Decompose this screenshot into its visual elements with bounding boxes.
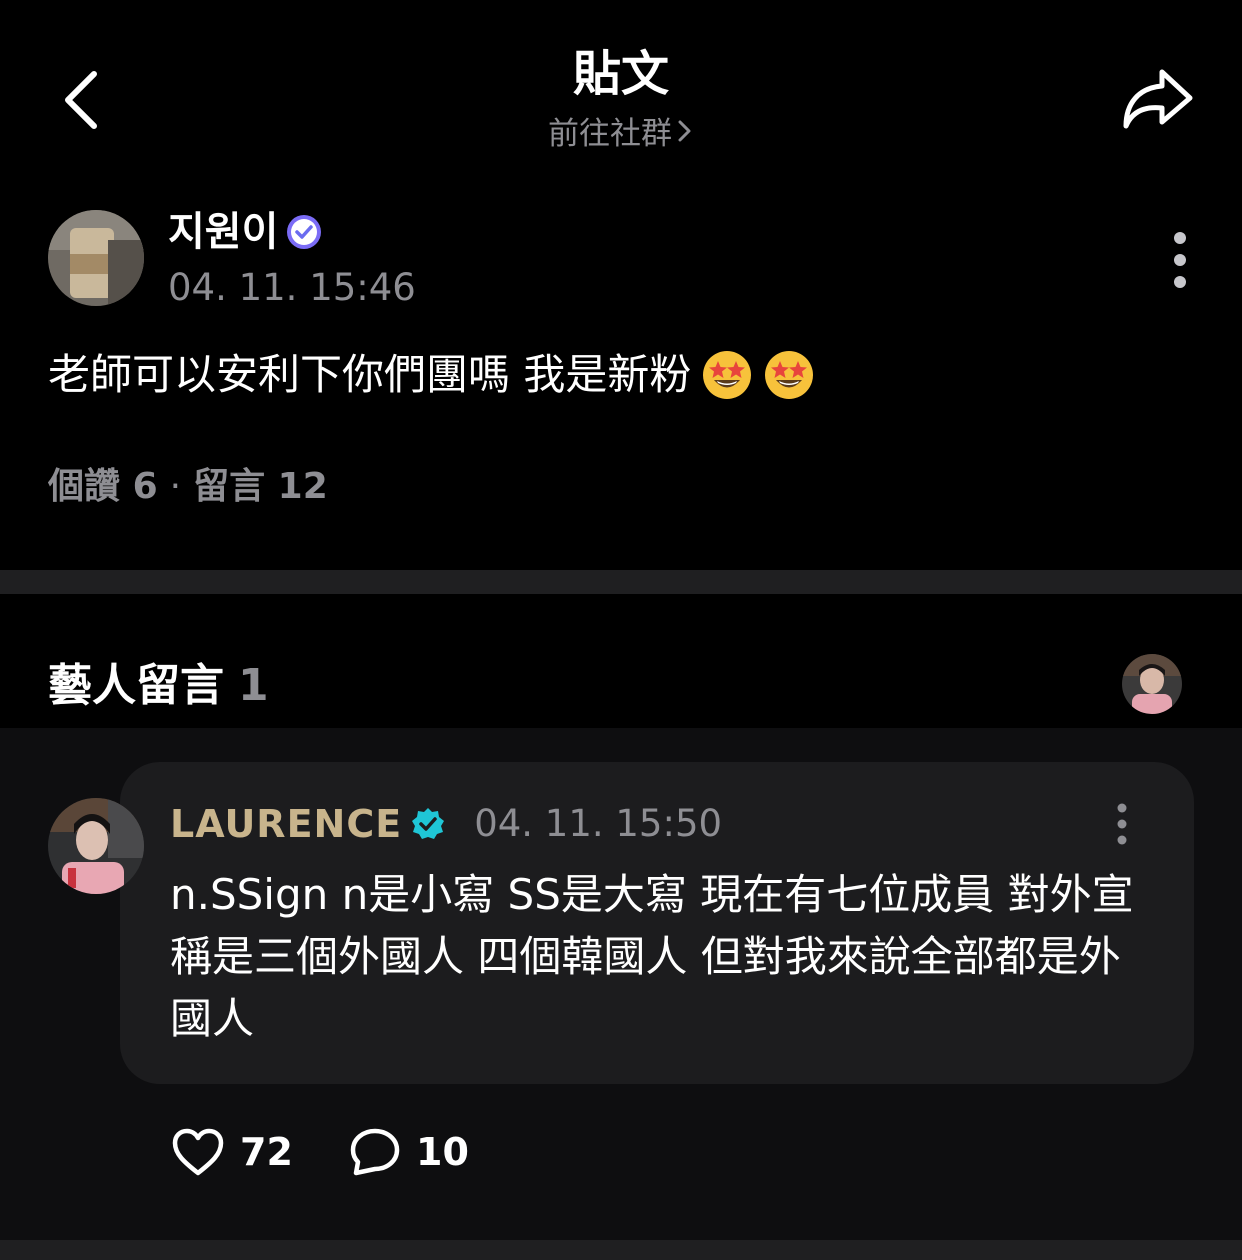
more-vertical-icon [1174,232,1186,288]
comment-header: LAURENCE 04. 11. 15:50 [170,798,722,850]
post-stats: 個讚 6 · 留言 12 [48,462,328,512]
post-body: 老師可以安利下你們團嗎 我是新粉 [48,344,815,406]
author-name-text: 지원이 [168,209,279,255]
comment-more-button[interactable] [1104,802,1140,846]
comment-bubble-icon [350,1128,400,1176]
comment-author-avatar[interactable] [48,798,144,894]
section-divider [0,570,1242,594]
artist-avatar-small[interactable] [1122,654,1182,714]
comment-timestamp: 04. 11. 15:50 [474,802,723,845]
post-more-button[interactable] [1160,228,1200,292]
author-avatar[interactable] [48,210,144,306]
more-vertical-icon [1117,803,1127,845]
artist-verified-badge-icon [412,808,445,839]
verified-badge-icon [287,215,322,249]
likes-count: 6 [132,466,158,507]
page-title: 貼文 [572,46,669,102]
go-to-community-link[interactable]: 前往社群 [0,112,1242,156]
artist-comments-label: 藝人留言 [48,660,224,711]
star-struck-emoji-icon [765,351,814,399]
likes-label: 個讚 [48,466,121,507]
share-arrow-icon [1123,69,1193,129]
heart-icon [172,1128,224,1176]
artist-comments-title: 藝人留言 1 [48,656,269,716]
comments-label: 留言 [193,466,266,507]
like-count: 72 [240,1130,293,1174]
star-struck-emoji-icon [703,351,752,399]
comment-author-name[interactable]: LAURENCE [170,798,402,850]
like-button[interactable]: 72 [170,1122,293,1182]
comments-count: 12 [277,466,328,507]
likes-stat[interactable]: 個讚 6 [48,466,158,507]
chevron-right-icon [676,112,694,156]
reply-button[interactable]: 10 [348,1122,469,1182]
comment-text: n.SSign n是小寫 SS是大寫 現在有七位成員 對外宣稱是三個外國人 四個… [170,870,1134,1043]
post-timestamp: 04. 11. 15:46 [168,266,416,309]
reply-count: 10 [416,1130,469,1174]
post-body-text: 老師可以安利下你們團嗎 我是新粉 [48,350,692,399]
artist-comments-count: 1 [238,660,269,711]
stats-separator: · [169,466,182,507]
post-author[interactable]: 지원이 [168,206,322,258]
bottom-divider [0,1240,1242,1260]
comments-stat[interactable]: 留言 12 [193,466,328,507]
share-button[interactable] [1110,58,1202,142]
community-link-label: 前往社群 [548,116,672,152]
